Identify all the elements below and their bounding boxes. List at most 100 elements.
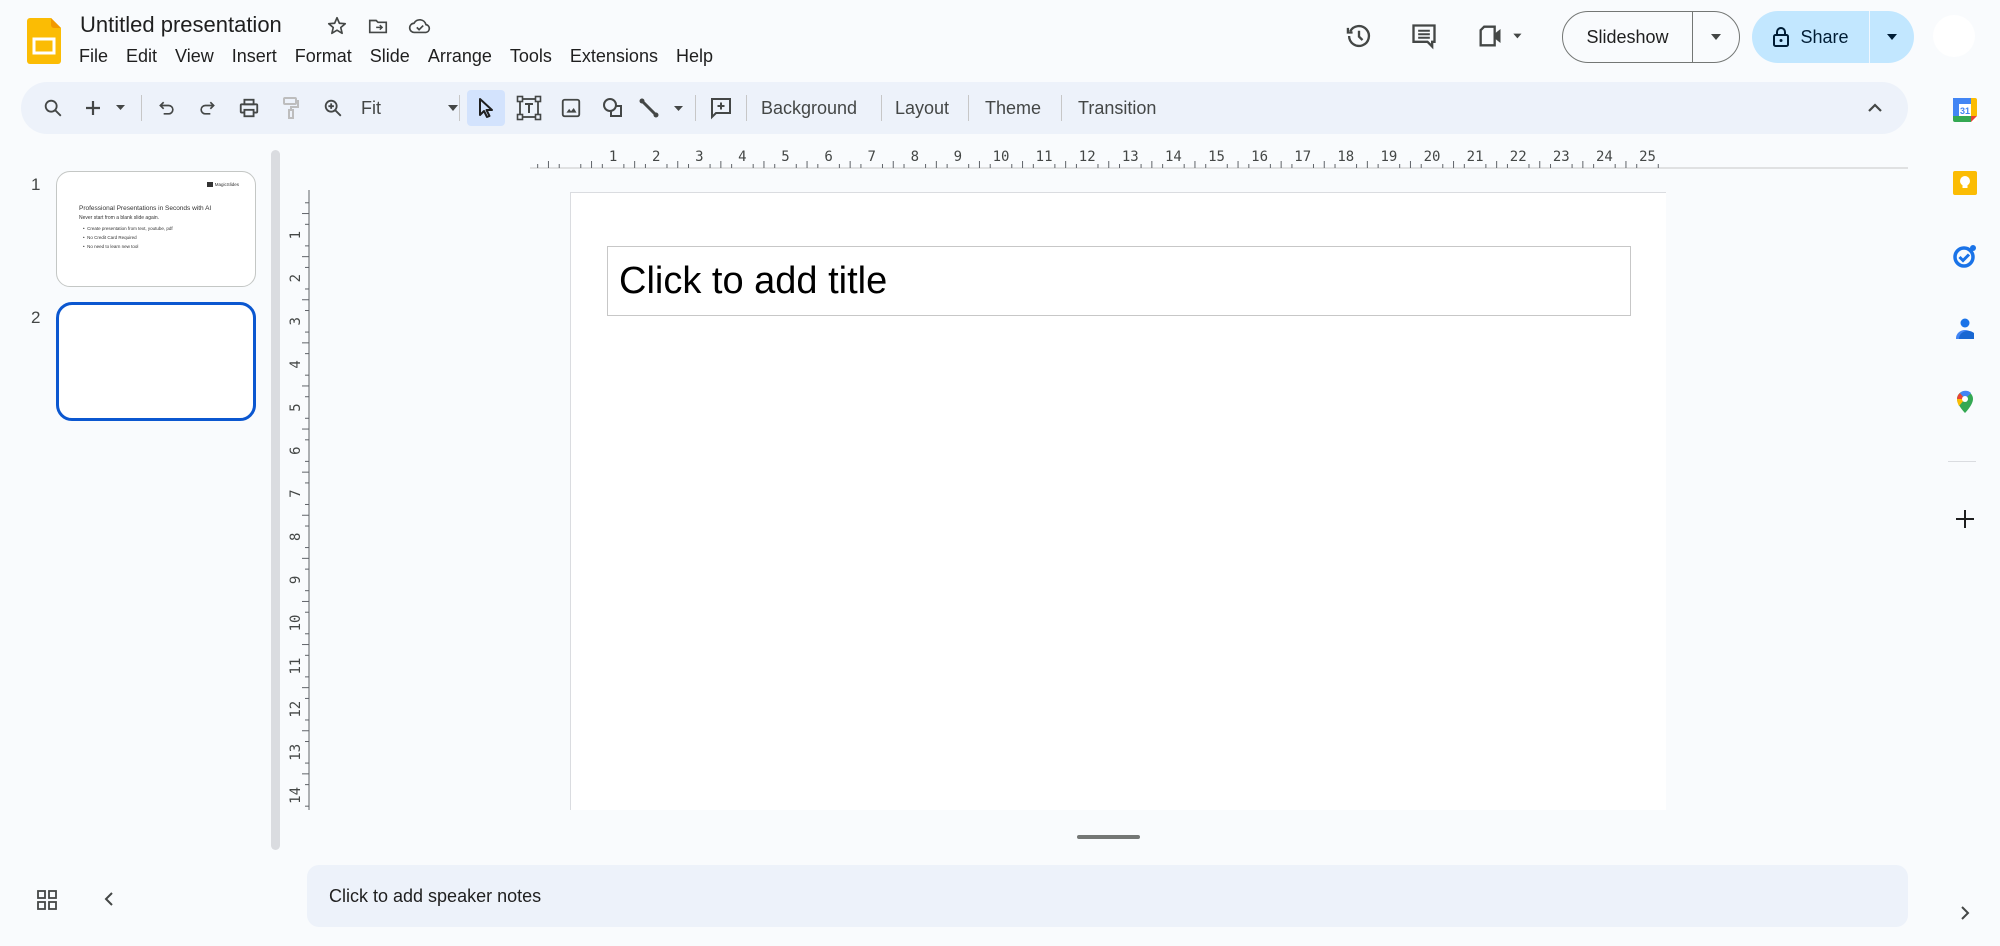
shape-icon[interactable] <box>595 90 631 126</box>
ruler-label: 4 <box>738 149 746 165</box>
insert-image-icon[interactable] <box>553 90 589 126</box>
account-avatar[interactable] <box>1933 15 1975 57</box>
ruler-label: 3 <box>288 317 304 325</box>
ruler-label: 23 <box>1553 149 1570 165</box>
slideshow-dropdown[interactable] <box>1693 12 1739 62</box>
contacts-icon[interactable] <box>1949 313 1981 345</box>
version-history-icon[interactable] <box>1339 16 1379 56</box>
ruler-label: 12 <box>288 701 304 718</box>
ruler-label: 6 <box>824 149 832 165</box>
move-to-folder-icon[interactable] <box>366 14 390 38</box>
background-button[interactable]: Background <box>761 90 857 126</box>
menu-help[interactable]: Help <box>667 44 722 69</box>
menu-extensions[interactable]: Extensions <box>561 44 667 69</box>
filmstrip-scrollbar[interactable] <box>271 150 280 850</box>
share-dropdown[interactable] <box>1870 11 1914 63</box>
cursor-icon <box>479 98 493 118</box>
grid-view-icon[interactable] <box>36 889 62 913</box>
ruler-label: 13 <box>1122 149 1139 165</box>
tasks-icon[interactable] <box>1949 240 1981 272</box>
menu-view[interactable]: View <box>166 44 223 69</box>
ruler-label: 5 <box>781 149 789 165</box>
share-label: Share <box>1800 26 1849 47</box>
ruler-label: 20 <box>1424 149 1441 165</box>
ruler-label: 7 <box>288 489 304 497</box>
zoom-icon[interactable] <box>315 90 351 126</box>
ruler-label: 12 <box>1079 149 1096 165</box>
redo-icon[interactable] <box>189 90 225 126</box>
ruler-label: 21 <box>1467 149 1484 165</box>
thumb-bullet: • No Credit Card Required <box>83 235 137 240</box>
document-title[interactable]: Untitled presentation <box>80 12 282 38</box>
menu-arrange[interactable]: Arrange <box>419 44 501 69</box>
menu-format[interactable]: Format <box>286 44 361 69</box>
notes-resize-handle[interactable] <box>1077 835 1140 839</box>
get-addons-icon[interactable] <box>1949 503 1981 535</box>
slideshow-button[interactable]: Slideshow <box>1563 12 1693 62</box>
thumb-logo: MagicSlides <box>206 182 239 187</box>
text-box-icon[interactable] <box>511 90 547 126</box>
slide-thumbnail-2[interactable] <box>56 302 256 421</box>
expand-side-panel-icon[interactable] <box>1949 897 1981 929</box>
svg-text:31: 31 <box>1960 106 1970 116</box>
ruler-label: 6 <box>288 446 304 454</box>
line-tool[interactable] <box>635 90 693 126</box>
collapse-toolbar-icon[interactable] <box>1857 90 1893 126</box>
chevron-down-icon <box>1711 34 1721 40</box>
menu-edit[interactable]: Edit <box>117 44 166 69</box>
slideshow-button-group: Slideshow <box>1562 11 1740 63</box>
slide-number: 2 <box>31 308 41 327</box>
new-slide-button[interactable] <box>79 90 135 126</box>
comments-icon[interactable] <box>1404 16 1444 56</box>
thumb-bullet-text: Create presentation from text, youtube, … <box>87 226 173 231</box>
ruler-label: 9 <box>954 149 962 165</box>
layout-button[interactable]: Layout <box>895 90 949 126</box>
ruler-label: 3 <box>695 149 703 165</box>
ruler-label: 17 <box>1294 149 1311 165</box>
calendar-icon[interactable]: 31 <box>1949 94 1981 126</box>
collapse-filmstrip-icon[interactable] <box>102 889 122 913</box>
menu-tools[interactable]: Tools <box>501 44 561 69</box>
maps-icon[interactable] <box>1949 386 1981 418</box>
ruler-label: 11 <box>288 658 304 675</box>
transition-button[interactable]: Transition <box>1078 90 1156 126</box>
vertical-ruler[interactable]: 1 2 3 4 5 6 7 8 9 10 11 12 13 14 <box>288 190 310 810</box>
ruler-label: 5 <box>288 403 304 411</box>
ruler-label: 1 <box>609 149 617 165</box>
ruler-label: 4 <box>288 360 304 368</box>
ruler-label: 19 <box>1380 149 1397 165</box>
undo-icon[interactable] <box>149 90 185 126</box>
speaker-notes[interactable]: Click to add speaker notes <box>307 865 1908 927</box>
paint-format-icon[interactable] <box>273 90 309 126</box>
title-placeholder[interactable]: Click to add title <box>607 246 1631 316</box>
ruler-label: 2 <box>652 149 660 165</box>
share-button[interactable]: Share <box>1752 11 1870 63</box>
slides-logo[interactable] <box>27 18 61 64</box>
horizontal-ruler[interactable]: 1 2 3 4 5 6 7 8 9 10 11 12 13 14 15 16 17 18 19 20 21 22 23 24 2… <box>310 147 1908 169</box>
menu-insert[interactable]: Insert <box>223 44 286 69</box>
toolbar: Fit Background Layout Theme Transition <box>21 82 1908 134</box>
meet-icon[interactable] <box>1474 16 1534 56</box>
chevron-down-icon <box>1887 34 1897 40</box>
print-icon[interactable] <box>231 90 267 126</box>
cloud-saved-icon[interactable] <box>408 14 432 38</box>
add-comment-icon[interactable] <box>703 90 739 126</box>
ruler-label: 10 <box>993 149 1010 165</box>
ruler-label: 1 <box>288 231 304 239</box>
keep-icon[interactable] <box>1949 167 1981 199</box>
menu-bar: File Edit View Insert Format Slide Arran… <box>70 44 722 69</box>
search-menus-icon[interactable] <box>35 90 71 126</box>
slide-thumbnail-1[interactable]: MagicSlides Professional Presentations i… <box>56 171 256 287</box>
zoom-select[interactable]: Fit <box>355 90 465 126</box>
ruler-label: 14 <box>1165 149 1182 165</box>
select-tool[interactable] <box>467 90 505 126</box>
ruler-label: 13 <box>288 744 304 761</box>
side-panel-divider <box>1948 461 1976 462</box>
menu-slide[interactable]: Slide <box>361 44 419 69</box>
star-icon[interactable] <box>325 14 349 38</box>
theme-button[interactable]: Theme <box>985 90 1041 126</box>
ruler-label: 15 <box>1208 149 1225 165</box>
ruler-label: 10 <box>288 615 304 632</box>
menu-file[interactable]: File <box>70 44 117 69</box>
chevron-down-icon <box>448 105 458 111</box>
